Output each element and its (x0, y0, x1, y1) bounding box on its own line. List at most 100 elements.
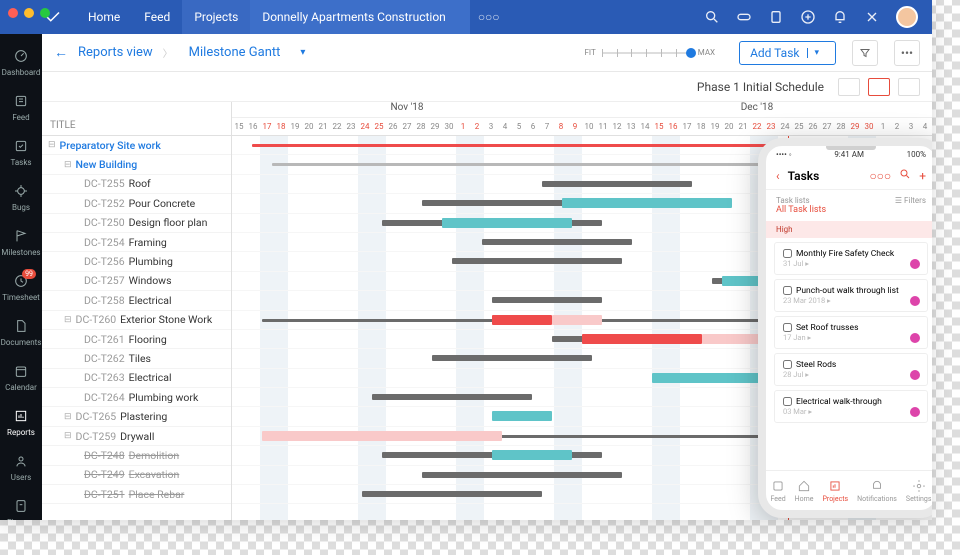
gantt-bar[interactable] (442, 218, 572, 228)
gantt-bar[interactable] (542, 181, 692, 187)
phone-task-item[interactable]: Steel Rods28 Jul ▸ (774, 353, 928, 386)
gantt-bar[interactable] (372, 394, 532, 400)
sidebar-item-calendar[interactable]: Calendar (0, 355, 42, 400)
phone-nav-notifications[interactable]: Notifications (857, 479, 897, 503)
filter-button[interactable] (852, 40, 878, 66)
clipboard-icon[interactable] (768, 9, 784, 25)
task-row[interactable]: DC-T252Pour Concrete (42, 194, 231, 213)
day-label: 6 (526, 118, 540, 135)
phone-search-icon[interactable] (899, 168, 911, 183)
phone-task-item[interactable]: Monthly Fire Safety Check31 Jul ▸ (774, 242, 928, 275)
phone-nav-feed[interactable]: Feed (770, 479, 785, 503)
task-row[interactable]: ⊟Preparatory Site work (42, 136, 231, 155)
sidebar-item-dashboard[interactable]: Dashboard (0, 40, 42, 85)
toggle-icon[interactable]: ⊟ (64, 412, 72, 422)
toggle-icon[interactable]: ⊟ (64, 431, 72, 441)
calendar-icon (13, 363, 29, 379)
phone-back-icon[interactable]: ‹ (776, 169, 780, 183)
view-option-2[interactable] (868, 78, 890, 96)
toggle-icon[interactable]: ⊟ (64, 315, 72, 325)
search-icon[interactable] (704, 9, 720, 25)
sidebar-item-milestones[interactable]: Milestones (0, 220, 42, 265)
phone-more-icon[interactable]: ○○○ (869, 169, 891, 183)
task-row[interactable]: DC-T254Framing (42, 233, 231, 252)
more-button[interactable]: ••• (894, 40, 920, 66)
task-checkbox[interactable] (783, 286, 792, 295)
task-row[interactable]: ⊟DC-T265Plastering (42, 407, 231, 426)
gantt-bar[interactable] (492, 315, 552, 325)
phone-nav-projects[interactable]: Projects (822, 479, 848, 503)
phone-task-item[interactable]: Electrical walk-through03 Mar ▸ (774, 390, 928, 423)
gantt-bar[interactable] (422, 472, 622, 478)
task-row[interactable]: DC-T262Tiles (42, 349, 231, 368)
add-task-button[interactable]: Add Task▾ (739, 41, 836, 65)
breadcrumb-project[interactable]: Donnelly Apartments Construction (250, 0, 470, 34)
task-checkbox[interactable] (783, 397, 792, 406)
gantt-bar[interactable] (552, 315, 602, 325)
task-checkbox[interactable] (783, 249, 792, 258)
gantt-bar[interactable] (482, 239, 632, 245)
task-row[interactable]: DC-T258Electrical (42, 291, 231, 310)
window-controls[interactable] (8, 8, 50, 18)
sidebar-item-bugs[interactable]: Bugs (0, 175, 42, 220)
sidebar-item-timesheet[interactable]: Timesheet99 (0, 265, 42, 310)
sidebar-item-reports[interactable]: Reports (0, 400, 42, 445)
view-option-3[interactable] (898, 78, 920, 96)
task-row[interactable]: DC-T250Design floor plan (42, 214, 231, 233)
gamepad-icon[interactable] (736, 9, 752, 25)
gantt-bar[interactable] (702, 334, 762, 344)
reports-view-link[interactable]: Reports view (78, 45, 153, 60)
sidebar-item-tasks[interactable]: Tasks (0, 130, 42, 175)
back-arrow-icon[interactable]: ← (54, 44, 68, 61)
zoom-slider[interactable]: FIT MAX (585, 48, 716, 57)
chevron-down-icon[interactable]: ▾ (807, 48, 825, 58)
toggle-icon[interactable]: ⊟ (64, 160, 72, 170)
phone-task-item[interactable]: Set Roof trusses17 Jan ▸ (774, 316, 928, 349)
task-row[interactable]: DC-T249Excavation (42, 466, 231, 485)
sidebar-item-finance[interactable]: Finance (0, 490, 42, 520)
task-row[interactable]: ⊟DC-T259Drywall (42, 427, 231, 446)
sidebar-item-documents[interactable]: Documents (0, 310, 42, 355)
gantt-bar[interactable] (492, 450, 572, 460)
plus-icon[interactable] (800, 9, 816, 25)
task-row[interactable]: DC-T255Roof (42, 175, 231, 194)
task-row[interactable]: DC-T264Plumbing work (42, 388, 231, 407)
sidebar-item-users[interactable]: Users (0, 445, 42, 490)
more-icon[interactable]: ○○○ (478, 10, 500, 24)
gantt-bar[interactable] (582, 334, 702, 344)
task-row[interactable]: ⊟New Building (42, 155, 231, 174)
task-row[interactable]: DC-T248Demolition (42, 446, 231, 465)
all-task-lists-link[interactable]: All Task lists (776, 205, 826, 215)
chevron-down-icon[interactable]: ▾ (300, 47, 305, 58)
task-row[interactable]: DC-T263Electrical (42, 369, 231, 388)
bell-icon[interactable] (832, 9, 848, 25)
gantt-bar[interactable] (492, 411, 552, 421)
nav-home[interactable]: Home (76, 0, 132, 34)
task-checkbox[interactable] (783, 323, 792, 332)
milestone-gantt-label[interactable]: Milestone Gantt (189, 45, 281, 60)
task-row[interactable]: DC-T256Plumbing (42, 252, 231, 271)
phone-nav-home[interactable]: Home (795, 479, 814, 503)
task-row[interactable]: DC-T251Place Rebar (42, 485, 231, 504)
phone-filters-link[interactable]: ☰ Filters (895, 196, 926, 215)
task-row[interactable]: ⊟DC-T260Exterior Stone Work (42, 311, 231, 330)
task-row[interactable]: DC-T257Windows (42, 272, 231, 291)
task-row[interactable]: DC-T261Flooring (42, 330, 231, 349)
phone-nav-settings[interactable]: Settings (906, 479, 932, 503)
nav-projects[interactable]: Projects (182, 0, 250, 34)
user-avatar[interactable] (896, 6, 918, 28)
nav-feed[interactable]: Feed (132, 0, 182, 34)
view-option-1[interactable] (838, 78, 860, 96)
gantt-bar[interactable] (362, 491, 542, 497)
phone-task-item[interactable]: Punch-out walk through list23 Mar 2018 ▸ (774, 279, 928, 312)
gantt-bar[interactable] (492, 297, 602, 303)
gantt-bar[interactable] (562, 198, 732, 208)
task-checkbox[interactable] (783, 360, 792, 369)
sidebar-item-feed[interactable]: Feed (0, 85, 42, 130)
gantt-bar[interactable] (452, 258, 622, 264)
phone-plus-icon[interactable]: + (919, 169, 926, 183)
tools-icon[interactable] (864, 9, 880, 25)
gantt-bar[interactable] (432, 355, 592, 361)
gantt-bar[interactable] (262, 431, 502, 441)
toggle-icon[interactable]: ⊟ (48, 140, 56, 150)
